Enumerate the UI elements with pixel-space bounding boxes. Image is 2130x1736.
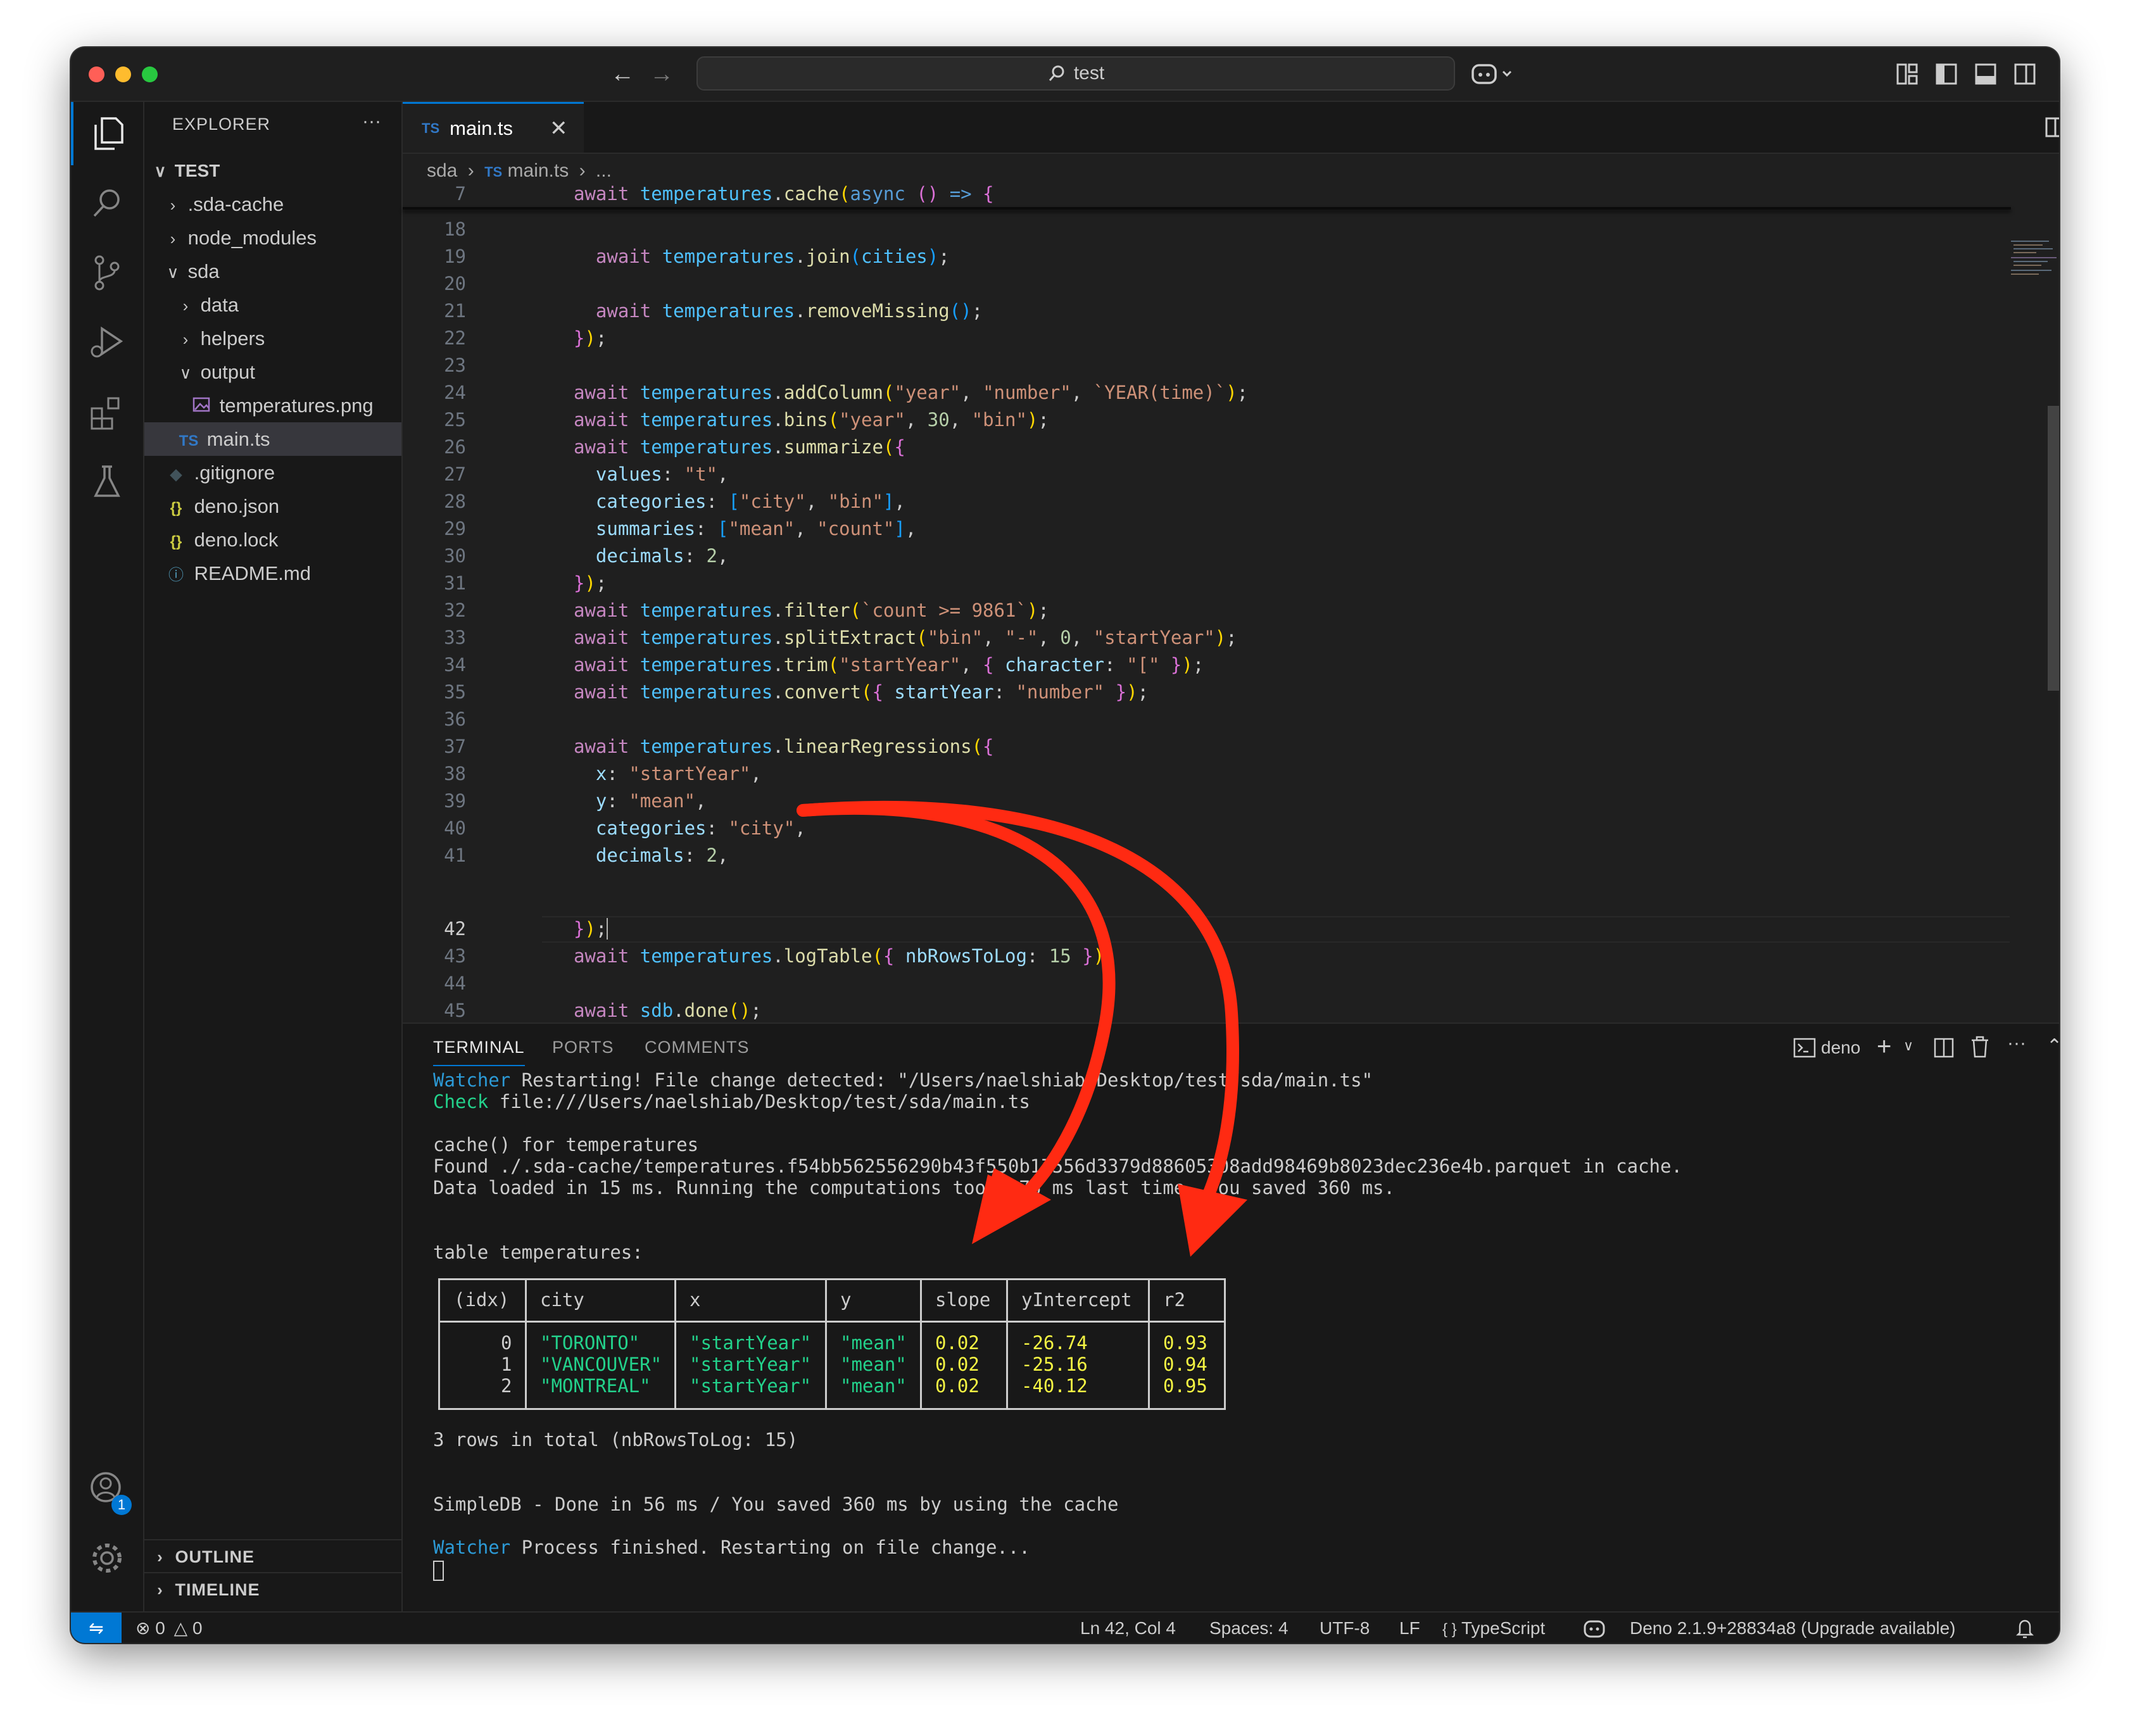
annotation-arrow-r2 <box>797 800 1239 1219</box>
annotation-arrows <box>797 800 1247 1257</box>
annotation-arrowhead-r2 <box>1178 1184 1247 1257</box>
annotation-arrow-slope <box>797 802 1116 1219</box>
